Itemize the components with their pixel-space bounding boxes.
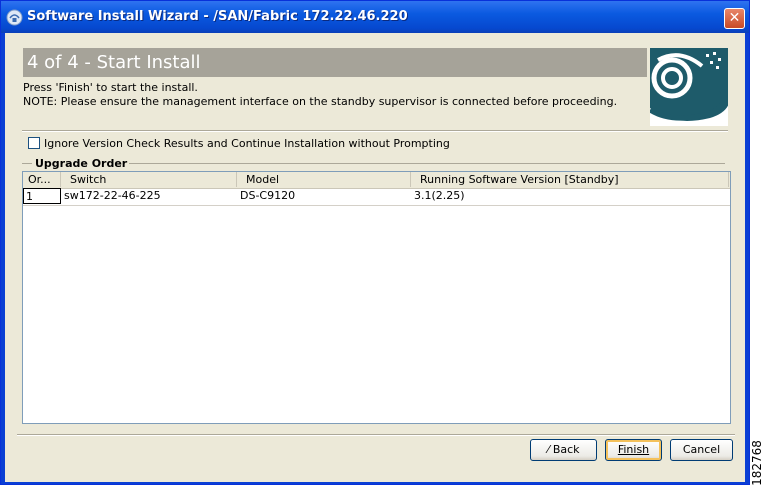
title-bar[interactable]: Software Install Wizard - /SAN/Fabric 17… xyxy=(1,1,749,33)
ignore-version-check-label[interactable]: Ignore Version Check Results and Continu… xyxy=(44,137,450,150)
table-row[interactable]: 1 sw172-22-46-225 DS-C9120 3.1(2.25) xyxy=(23,188,730,206)
figure-number-text: 182768 xyxy=(749,440,764,486)
column-header-version[interactable]: Running Software Version [Standby] xyxy=(411,172,729,187)
column-header-model[interactable]: Model xyxy=(237,172,411,187)
wizard-window: Software Install Wizard - /SAN/Fabric 17… xyxy=(0,0,750,485)
version-cell: 3.1(2.25) xyxy=(414,189,465,202)
dialog-body: 4 of 4 - Start Install Press 'Finish' to… xyxy=(5,33,745,482)
finish-button[interactable]: Finish xyxy=(605,439,662,461)
group-border xyxy=(115,163,725,164)
switch-cell: sw172-22-46-225 xyxy=(64,189,161,202)
instruction-text: Press 'Finish' to start the install. xyxy=(23,81,198,94)
divider xyxy=(22,130,728,132)
column-header-switch[interactable]: Switch xyxy=(61,172,237,187)
upgrade-order-table: Or... Switch Model Running Software Vers… xyxy=(22,171,731,424)
ignore-version-check-checkbox[interactable] xyxy=(28,137,40,149)
finish-button-label: Finish xyxy=(617,443,650,456)
figure-number: 182768 xyxy=(747,440,765,486)
close-button[interactable]: ✕ xyxy=(724,8,745,29)
back-button-label: Back xyxy=(552,443,580,456)
note-text: NOTE: Please ensure the management inter… xyxy=(23,95,618,108)
table-header: Or... Switch Model Running Software Vers… xyxy=(23,172,730,189)
cisco-wizard-logo-icon xyxy=(650,48,728,126)
back-arrow-icon: ⁄ xyxy=(547,443,550,456)
order-cell[interactable]: 1 xyxy=(23,188,61,204)
group-border xyxy=(22,163,32,164)
cancel-button-label: Cancel xyxy=(682,443,721,456)
back-button[interactable]: ⁄ Back xyxy=(530,439,597,461)
step-title: 4 of 4 - Start Install xyxy=(27,52,201,73)
model-cell: DS-C9120 xyxy=(240,189,296,202)
window-title: Software Install Wizard - /SAN/Fabric 17… xyxy=(27,9,408,24)
column-header-order[interactable]: Or... xyxy=(23,172,61,187)
app-icon xyxy=(6,9,23,26)
close-icon: ✕ xyxy=(728,10,741,26)
upgrade-order-title: Upgrade Order xyxy=(33,157,130,170)
cancel-button[interactable]: Cancel xyxy=(670,439,733,461)
divider xyxy=(17,434,735,436)
step-banner: 4 of 4 - Start Install xyxy=(23,48,647,77)
